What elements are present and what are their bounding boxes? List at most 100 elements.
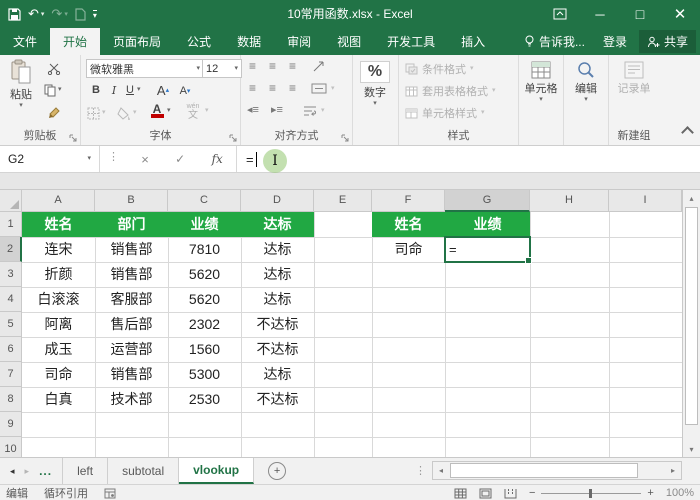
formula-input[interactable]: = (246, 146, 257, 172)
undo-button[interactable]: ↶ ▾ (28, 6, 44, 22)
cell-d5[interactable]: 不达标 (241, 312, 314, 337)
bold-button[interactable]: B (88, 81, 104, 99)
tab-file[interactable]: 文件 (0, 28, 50, 55)
customize-qat-button[interactable]: ▾ (92, 9, 97, 19)
row-header-7[interactable]: 7 (0, 362, 22, 387)
save-icon[interactable] (8, 7, 21, 21)
cell-b2[interactable]: 销售部 (95, 237, 168, 262)
vertical-scrollbar[interactable]: ▴ ▾ (682, 190, 700, 457)
minimize-button[interactable]: ─ (580, 0, 620, 28)
wrap-text-icon[interactable] (303, 105, 317, 116)
new-sheet-button[interactable]: + (268, 458, 287, 484)
page-break-view-icon[interactable] (504, 488, 517, 499)
col-header-d[interactable]: D (241, 190, 314, 212)
row-header-3[interactable]: 3 (0, 262, 22, 287)
row-header-6[interactable]: 6 (0, 337, 22, 362)
tab-formulas[interactable]: 公式 (174, 28, 224, 55)
grow-font-button[interactable]: A ▴ (155, 81, 171, 99)
tab-home[interactable]: 开始 (50, 28, 101, 55)
page-layout-view-icon[interactable] (479, 488, 492, 499)
increase-indent-icon[interactable]: ▸≡ (271, 105, 283, 116)
ribbon-display-options-icon[interactable] (540, 0, 580, 28)
font-name-combo[interactable]: 微软雅黑 ▾ (86, 59, 204, 78)
underline-dropdown[interactable]: ▾ (137, 86, 141, 93)
align-bottom-icon[interactable]: ≡ (289, 60, 296, 72)
align-center-icon[interactable]: ≡ (269, 82, 276, 94)
editing-button[interactable]: 编辑 ▾ (571, 61, 601, 103)
cell-c8[interactable]: 2530 (168, 387, 241, 412)
cell-a2[interactable]: 连宋 (22, 237, 95, 262)
cell-a1[interactable]: 姓名 (22, 212, 95, 237)
underline-button[interactable]: U (122, 81, 138, 99)
scroll-down-icon[interactable]: ▾ (683, 441, 700, 457)
row-header-5[interactable]: 5 (0, 312, 22, 337)
align-right-icon[interactable]: ≡ (289, 82, 296, 94)
zoom-slider[interactable]: − + (529, 487, 654, 499)
zoom-out-icon[interactable]: − (529, 487, 535, 499)
col-header-g[interactable]: G (445, 190, 530, 212)
select-all-corner[interactable] (0, 190, 22, 212)
phonetic-button[interactable]: wén 文 (185, 102, 201, 121)
zoom-thumb[interactable] (589, 488, 593, 498)
row-header-9[interactable]: 9 (0, 412, 22, 437)
sheet-overflow-ellipsis[interactable]: ... (39, 464, 52, 478)
font-dialog-launcher-icon[interactable] (229, 134, 237, 142)
circular-reference-indicator[interactable]: 循环引用 (44, 485, 88, 500)
cell-g1[interactable]: 业绩 (445, 212, 530, 237)
scroll-left-icon[interactable]: ◂ (433, 466, 449, 475)
horizontal-scrollbar[interactable]: ◂ ▸ (432, 461, 682, 480)
font-size-combo[interactable]: 12 ▾ (202, 59, 242, 78)
row-header-2[interactable]: 2 (0, 237, 22, 262)
cell-a3[interactable]: 折颜 (22, 262, 95, 287)
cell-c5[interactable]: 2302 (168, 312, 241, 337)
row-header-8[interactable]: 8 (0, 387, 22, 412)
cell-b7[interactable]: 销售部 (95, 362, 168, 387)
cell-b4[interactable]: 客服部 (95, 287, 168, 312)
italic-button[interactable]: I (106, 81, 122, 99)
col-header-i[interactable]: I (609, 190, 682, 212)
cell-c4[interactable]: 5620 (168, 287, 241, 312)
cell-c2[interactable]: 7810 (168, 237, 241, 262)
tab-view[interactable]: 视图 (324, 28, 374, 55)
macro-record-icon[interactable] (104, 488, 116, 499)
cell-a7[interactable]: 司命 (22, 362, 95, 387)
name-box-dropdown[interactable]: ▾ (87, 155, 91, 162)
close-button[interactable]: ✕ (660, 0, 700, 28)
scroll-right-icon[interactable]: ▸ (665, 466, 681, 475)
col-header-e[interactable]: E (314, 190, 372, 212)
sheetbar-drag-handle[interactable]: ⋮ (415, 464, 426, 477)
cell-c6[interactable]: 1560 (168, 337, 241, 362)
tell-me-button[interactable]: 告诉我... (518, 33, 591, 50)
zoom-percent[interactable]: 100% (666, 487, 694, 499)
fill-color-icon[interactable]: ▾ (117, 104, 137, 122)
formula-bar-drag-handle[interactable]: ⋮ (108, 150, 119, 163)
cell-b8[interactable]: 技术部 (95, 387, 168, 412)
sign-in-button[interactable]: 登录 (595, 33, 635, 50)
vertical-scrollbar-thumb[interactable] (685, 207, 698, 425)
collapse-ribbon-icon[interactable] (681, 126, 694, 139)
cell-d3[interactable]: 达标 (241, 262, 314, 287)
cell-a4[interactable]: 白滚滚 (22, 287, 95, 312)
col-header-b[interactable]: B (95, 190, 168, 212)
cell-a5[interactable]: 阿离 (22, 312, 95, 337)
row-header-4[interactable]: 4 (0, 287, 22, 312)
tab-developer[interactable]: 开发工具 (374, 28, 448, 55)
cell-d6[interactable]: 不达标 (241, 337, 314, 362)
tab-page-layout[interactable]: 页面布局 (100, 28, 174, 55)
cell-f1[interactable]: 姓名 (372, 212, 445, 237)
shrink-font-button[interactable]: A ▾ (177, 82, 193, 100)
row-header-1[interactable]: 1 (0, 212, 22, 237)
name-box[interactable]: G2 ▾ (0, 146, 100, 172)
cell-c1[interactable]: 业绩 (168, 212, 241, 237)
cell-b3[interactable]: 销售部 (95, 262, 168, 287)
cell-b1[interactable]: 部门 (95, 212, 168, 237)
sheet-tab-left[interactable]: left (62, 458, 109, 484)
share-button[interactable]: 共享 (638, 30, 696, 53)
col-header-f[interactable]: F (372, 190, 445, 212)
cell-d2[interactable]: 达标 (241, 237, 314, 262)
row-header-10[interactable]: 10 (0, 437, 22, 457)
cell-d7[interactable]: 达标 (241, 362, 314, 387)
font-color-button[interactable]: A (149, 102, 165, 120)
align-top-icon[interactable]: ≡ (249, 60, 256, 72)
horizontal-scrollbar-thumb[interactable] (450, 463, 638, 478)
